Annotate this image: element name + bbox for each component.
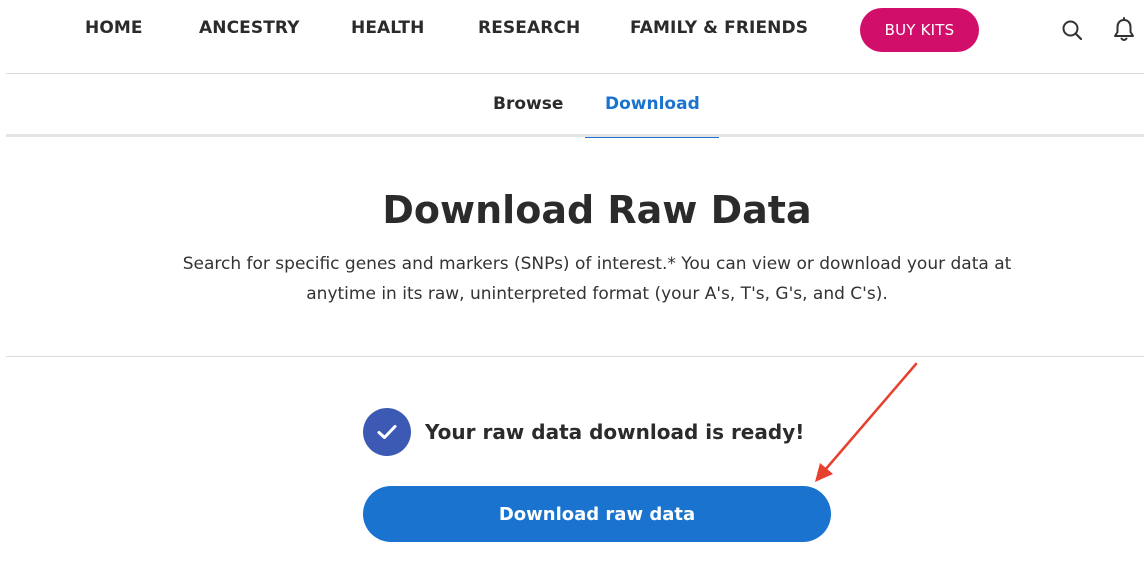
nav-item-health[interactable]: HEALTH [351,18,424,38]
description-line-2: anytime in its raw, uninterpreted format… [306,284,888,304]
tab-browse[interactable]: Browse [493,94,563,114]
nav-item-ancestry[interactable]: ANCESTRY [199,18,300,38]
nav-item-home[interactable]: HOME [85,18,143,38]
search-icon[interactable] [1061,19,1083,41]
tab-download[interactable]: Download [605,94,700,114]
top-navigation: HOME ANCESTRY HEALTH RESEARCH FAMILY & F… [0,0,1144,74]
page-title: Download Raw Data [382,188,812,232]
nav-item-family-friends[interactable]: FAMILY & FRIENDS [630,18,808,38]
check-circle-icon [363,408,411,456]
page-description: Search for specific genes and markers (S… [150,249,1044,309]
sub-navigation-tabs: Browse Download [0,74,1144,138]
bell-icon[interactable] [1112,17,1136,43]
description-line-1: Search for specific genes and markers (S… [182,254,1012,274]
nav-item-research[interactable]: RESEARCH [478,18,580,38]
download-raw-data-button[interactable]: Download raw data [363,486,831,542]
status-text: Your raw data download is ready! [425,420,805,444]
content-divider [6,356,1144,357]
buy-kits-button[interactable]: BUY KITS [860,8,979,52]
subnav-divider [6,134,1144,137]
download-ready-status: Your raw data download is ready! [363,407,804,457]
